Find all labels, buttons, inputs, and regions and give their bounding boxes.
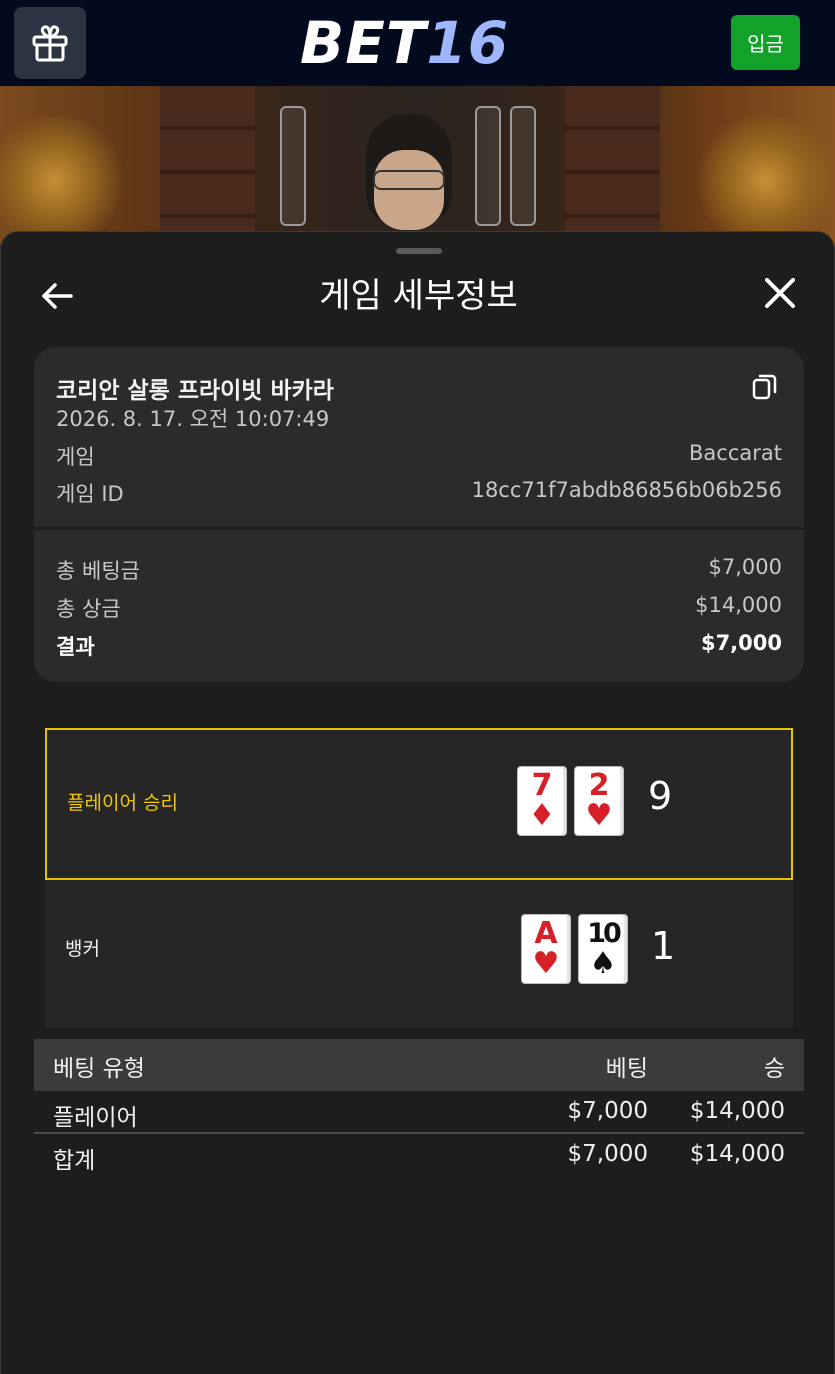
table-name: 코리안 살롱 프라이빗 바카라: [56, 378, 334, 404]
game-type-row: 게임 Baccarat: [56, 441, 782, 471]
card-rank: A: [534, 916, 558, 951]
win-amount-cell: $14,000: [689, 1098, 785, 1124]
brand-logo[interactable]: BET 16: [300, 9, 510, 77]
banker-hand-label: 뱅커: [65, 938, 100, 960]
game-id-row: 게임 ID 18cc71f7abdb86856b06b256: [56, 478, 782, 508]
game-id-label: 게임 ID: [56, 482, 124, 506]
game-info-card: 코리안 살롱 프라이빗 바카라 2026. 8. 17. 오전 10:07:49…: [34, 347, 804, 682]
banker-hand: 뱅커 A ♥ 10 ♠ 1: [45, 880, 793, 1027]
bet-amount-header: 베팅: [605, 1056, 648, 1082]
game-details-sheet: 게임 세부정보 코리안 살롱 프라이빗 바카라 2026. 8. 17. 오전 …: [0, 231, 835, 1374]
game-type-value: Baccarat: [689, 441, 782, 465]
card-rank: 7: [531, 768, 553, 803]
glass-column: [510, 106, 536, 226]
result-value: $7,000: [700, 631, 782, 655]
copy-icon[interactable]: [752, 373, 778, 401]
total-bet-cell: $7,000: [567, 1141, 648, 1167]
spade-suit-icon: ♠: [589, 946, 617, 981]
dealer-glasses: [373, 170, 445, 190]
card-divider: [34, 527, 804, 530]
total-bet-row: 총 베팅금 $7,000: [56, 555, 782, 585]
bet-table-header: 베팅 유형 베팅 승: [34, 1039, 804, 1091]
glass-column: [475, 106, 501, 226]
playing-card: 7 ♦: [517, 766, 567, 836]
win-amount-header: 승: [763, 1056, 785, 1082]
player-score: 9: [648, 774, 673, 818]
banker-score: 1: [651, 924, 676, 968]
total-bet-label: 총 베팅금: [56, 559, 140, 583]
total-bet-value: $7,000: [708, 555, 782, 579]
logo-number: 16: [426, 9, 510, 77]
gift-icon: [32, 25, 68, 62]
playing-card: A ♥: [521, 914, 571, 984]
wall-panel: [160, 86, 255, 246]
bet-amount-cell: $7,000: [567, 1098, 648, 1124]
card-rank: 2: [588, 768, 610, 803]
result-row: 결과 $7,000: [56, 631, 782, 661]
bet-type-header: 베팅 유형: [53, 1056, 145, 1082]
game-id-value: 18cc71f7abdb86856b06b256: [471, 478, 782, 502]
live-video-feed: [0, 86, 835, 246]
decor-plant-left: [0, 116, 130, 246]
total-label-cell: 합계: [53, 1148, 96, 1174]
playing-card: 2 ♥: [574, 766, 624, 836]
game-datetime: 2026. 8. 17. 오전 10:07:49: [56, 407, 330, 431]
card-rank: 10: [587, 918, 622, 949]
player-hand-label: 플레이어 승리: [67, 792, 178, 814]
game-type-label: 게임: [56, 445, 95, 469]
sheet-grabber[interactable]: [396, 248, 442, 254]
total-prize-value: $14,000: [695, 593, 782, 617]
wall-panel: [565, 86, 660, 246]
sheet-title: 게임 세부정보: [319, 276, 518, 316]
gift-button[interactable]: [14, 7, 86, 79]
table-total-row: 합계 $7,000 $14,000: [34, 1135, 804, 1175]
total-win-cell: $14,000: [689, 1141, 785, 1167]
playing-card: 10 ♠: [578, 914, 628, 984]
deposit-button[interactable]: 입금: [731, 15, 800, 70]
top-bar: BET 16 입금: [0, 0, 835, 86]
glass-column: [280, 106, 306, 226]
diamond-suit-icon: ♦: [528, 798, 556, 833]
decor-plant-right: [690, 116, 835, 246]
heart-suit-icon: ♥: [585, 798, 613, 833]
total-prize-label: 총 상금: [56, 597, 121, 621]
heart-suit-icon: ♥: [532, 946, 560, 981]
close-button[interactable]: [759, 272, 801, 314]
dealer-face: [374, 150, 444, 230]
close-icon: [765, 278, 795, 308]
player-hand: 플레이어 승리 7 ♦ 2 ♥ 9: [45, 728, 793, 880]
bet-type-cell: 플레이어: [53, 1105, 138, 1131]
total-prize-row: 총 상금 $14,000: [56, 593, 782, 623]
logo-text: BET: [300, 9, 427, 77]
table-row: 플레이어 $7,000 $14,000: [34, 1092, 804, 1134]
result-label: 결과: [56, 635, 95, 659]
